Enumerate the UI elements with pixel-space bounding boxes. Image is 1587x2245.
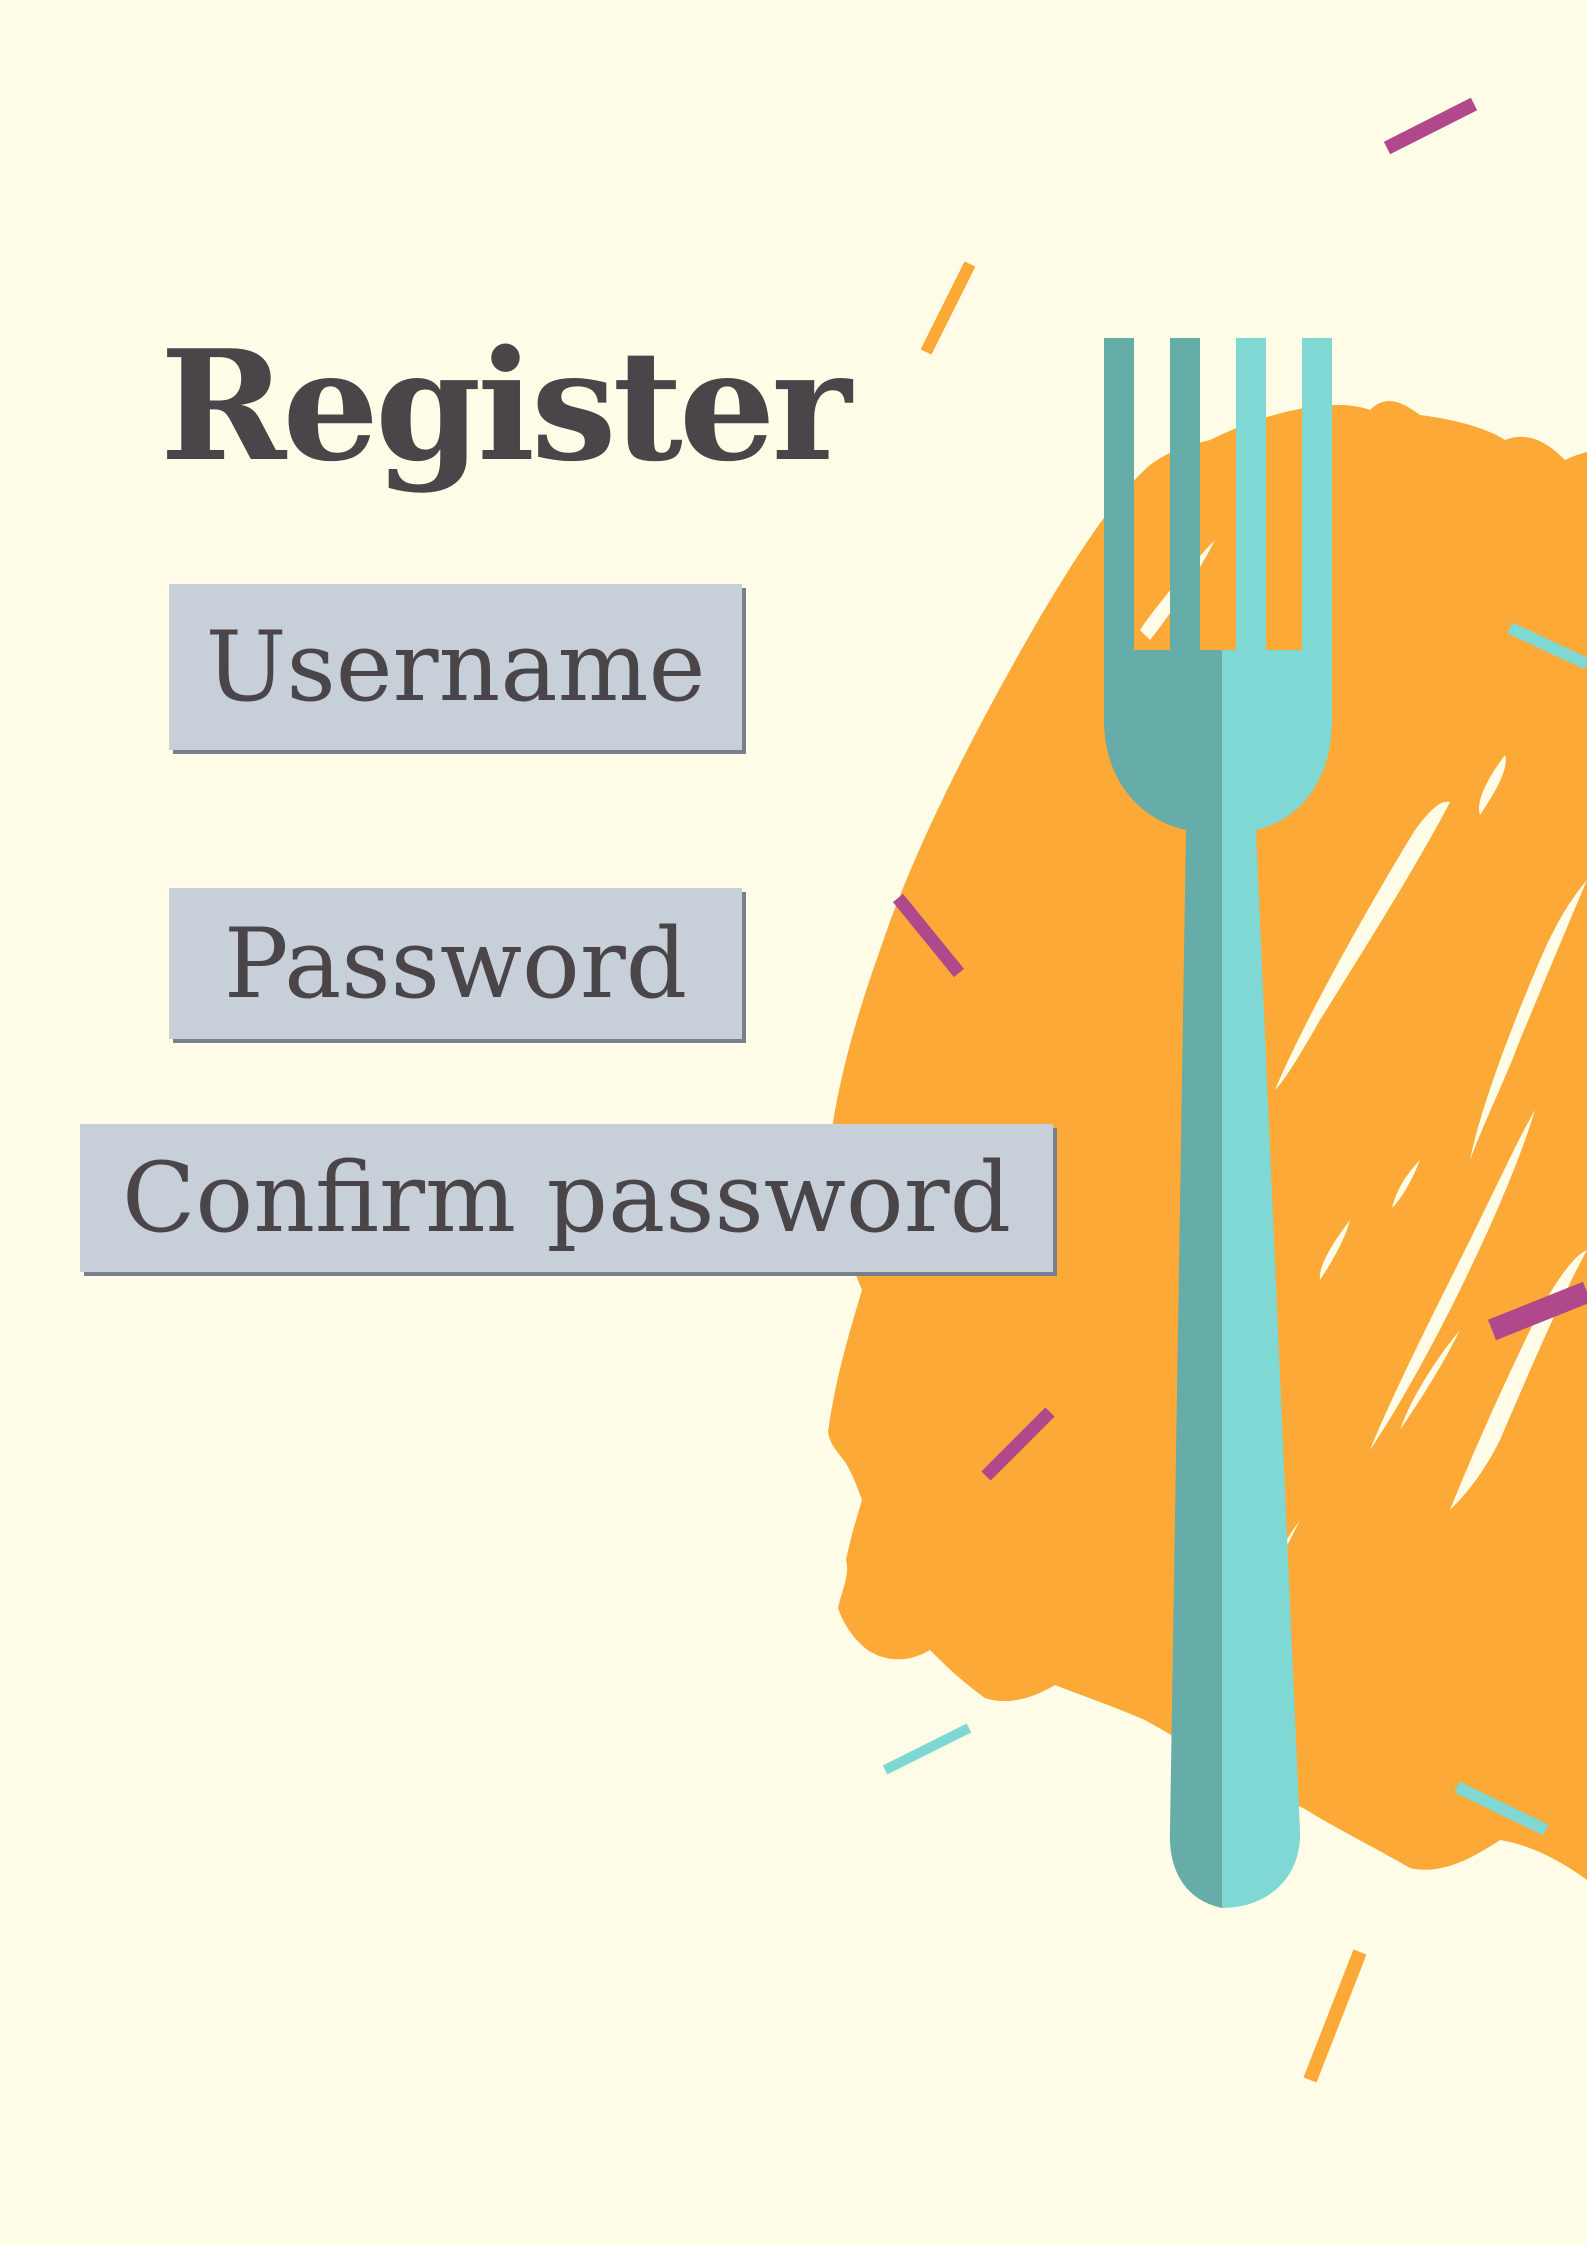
confirm-password-field-label: Confirm password	[121, 1142, 1012, 1254]
password-field-label: Password	[223, 907, 688, 1020]
confirm-password-field[interactable]: Confirm password	[80, 1124, 1053, 1272]
page-title: Register	[160, 316, 852, 495]
username-field[interactable]: Username	[169, 584, 742, 750]
username-field-label: Username	[205, 611, 706, 723]
password-field[interactable]: Password	[169, 888, 742, 1039]
